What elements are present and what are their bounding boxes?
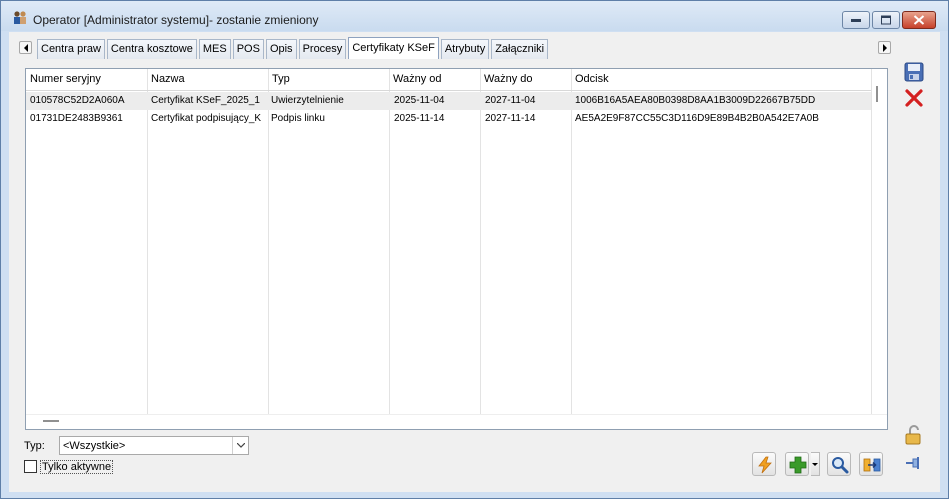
window-controls	[840, 11, 936, 29]
add-button[interactable]	[785, 452, 809, 476]
chevron-down-icon	[237, 443, 245, 448]
padlock-icon	[905, 425, 921, 445]
vertical-scrollbar[interactable]	[873, 69, 887, 414]
tab-mes[interactable]: MES	[198, 39, 231, 59]
column-divider	[871, 69, 872, 414]
cell-valid-from: 2025-11-14	[394, 113, 445, 124]
tab-procesy[interactable]: Procesy	[298, 39, 347, 59]
tab-centra-kosztowe[interactable]: Centra kosztowe	[106, 39, 197, 59]
typ-select-dropdown-button[interactable]	[232, 437, 248, 454]
cell-valid-to: 2027-11-14	[485, 113, 536, 124]
cell-valid-to: 2027-11-04	[485, 95, 536, 106]
add-dropdown-button[interactable]	[811, 452, 820, 476]
maximize-button[interactable]	[872, 11, 900, 29]
save-button[interactable]	[903, 61, 925, 83]
column-header-odcisk[interactable]: Odcisk	[575, 73, 609, 85]
column-header-wazny-do[interactable]: Ważny do	[484, 73, 533, 85]
tab-opis[interactable]: Opis	[265, 39, 297, 59]
tab-zalaczniki[interactable]: Załączniki	[491, 39, 549, 59]
maximize-icon	[881, 15, 891, 25]
minimize-button[interactable]	[842, 11, 870, 29]
only-active-checkbox[interactable]	[24, 460, 37, 473]
cell-fingerprint: 1006B16A5AEA80B0398D8AA1B3009D22667B75DD	[575, 95, 816, 106]
chevron-down-icon	[812, 463, 818, 466]
cell-serial: 010578C52D2A060A	[30, 95, 125, 106]
horizontal-scroll-thumb[interactable]	[43, 420, 59, 422]
certificates-grid[interactable]: Numer seryjny Nazwa Typ Ważny od Ważny d…	[25, 68, 888, 430]
column-header-numer-seryjny[interactable]: Numer seryjny	[30, 73, 101, 85]
operator-window: Operator [Administrator systemu]- zostan…	[0, 0, 949, 499]
vertical-scroll-thumb[interactable]	[876, 86, 878, 102]
minimize-icon	[851, 19, 861, 22]
cell-serial: 01731DE2483B9361	[30, 113, 123, 124]
run-button[interactable]	[752, 452, 776, 476]
tab-centra-praw[interactable]: Centra praw	[37, 39, 105, 59]
save-icon	[904, 62, 924, 82]
search-button[interactable]	[827, 452, 851, 476]
tab-scroll-left-button[interactable]	[19, 41, 32, 54]
users-icon	[14, 11, 26, 24]
typ-label: Typ:	[24, 440, 45, 452]
cancel-button[interactable]	[903, 87, 925, 109]
table-row[interactable]: 01731DE2483B9361 Certyfikat podpisujący_…	[26, 110, 871, 128]
typ-select[interactable]: <Wszystkie>	[59, 436, 249, 455]
column-header-wazny-od[interactable]: Ważny od	[393, 73, 442, 85]
close-button[interactable]	[902, 11, 936, 29]
tab-certyfikaty-ksef[interactable]: Certyfikaty KSeF	[348, 37, 439, 59]
column-header-nazwa[interactable]: Nazwa	[151, 73, 185, 85]
cell-valid-from: 2025-11-04	[394, 95, 445, 106]
link-button[interactable]	[859, 452, 883, 476]
close-window-icon	[913, 15, 925, 25]
lock-button[interactable]	[903, 424, 925, 446]
magnifier-icon	[832, 457, 849, 474]
pin-icon	[906, 457, 919, 469]
only-active-label[interactable]: Tylko aktywne	[40, 460, 114, 474]
chevron-right-icon	[883, 44, 887, 52]
window-title: Operator [Administrator systemu]- zostan…	[33, 13, 319, 27]
cell-fingerprint: AE5A2E9F87CC55C3D116D9E89B4B2B0A542E7A0B	[575, 113, 819, 124]
cell-type: Podpis linku	[271, 113, 325, 124]
grid-header: Numer seryjny Nazwa Typ Ważny od Ważny d…	[26, 69, 871, 91]
horizontal-scrollbar[interactable]	[26, 414, 887, 429]
cell-name: Certyfikat podpisujący_K	[151, 113, 262, 124]
column-header-typ[interactable]: Typ	[272, 73, 290, 85]
pin-button[interactable]	[903, 452, 925, 474]
title-bar[interactable]: Operator [Administrator systemu]- zostan…	[1, 1, 948, 31]
link-icon	[863, 458, 881, 472]
plus-icon	[789, 456, 807, 474]
chevron-left-icon	[24, 44, 28, 52]
tab-strip: Centra praw Centra kosztowe MES POS Opis…	[37, 37, 550, 59]
cell-name: Certyfikat KSeF_2025_1	[151, 95, 260, 106]
tab-scroll-right-button[interactable]	[878, 41, 891, 54]
typ-select-value: <Wszystkie>	[63, 440, 126, 452]
tab-atrybuty[interactable]: Atrybuty	[440, 39, 490, 59]
close-icon	[905, 89, 923, 107]
lightning-icon	[758, 456, 772, 474]
table-row[interactable]: 010578C52D2A060A Certyfikat KSeF_2025_1 …	[26, 92, 871, 110]
window-content: Centra praw Centra kosztowe MES POS Opis…	[9, 32, 940, 492]
tab-pos[interactable]: POS	[232, 39, 264, 59]
cell-type: Uwierzytelnienie	[271, 95, 344, 106]
